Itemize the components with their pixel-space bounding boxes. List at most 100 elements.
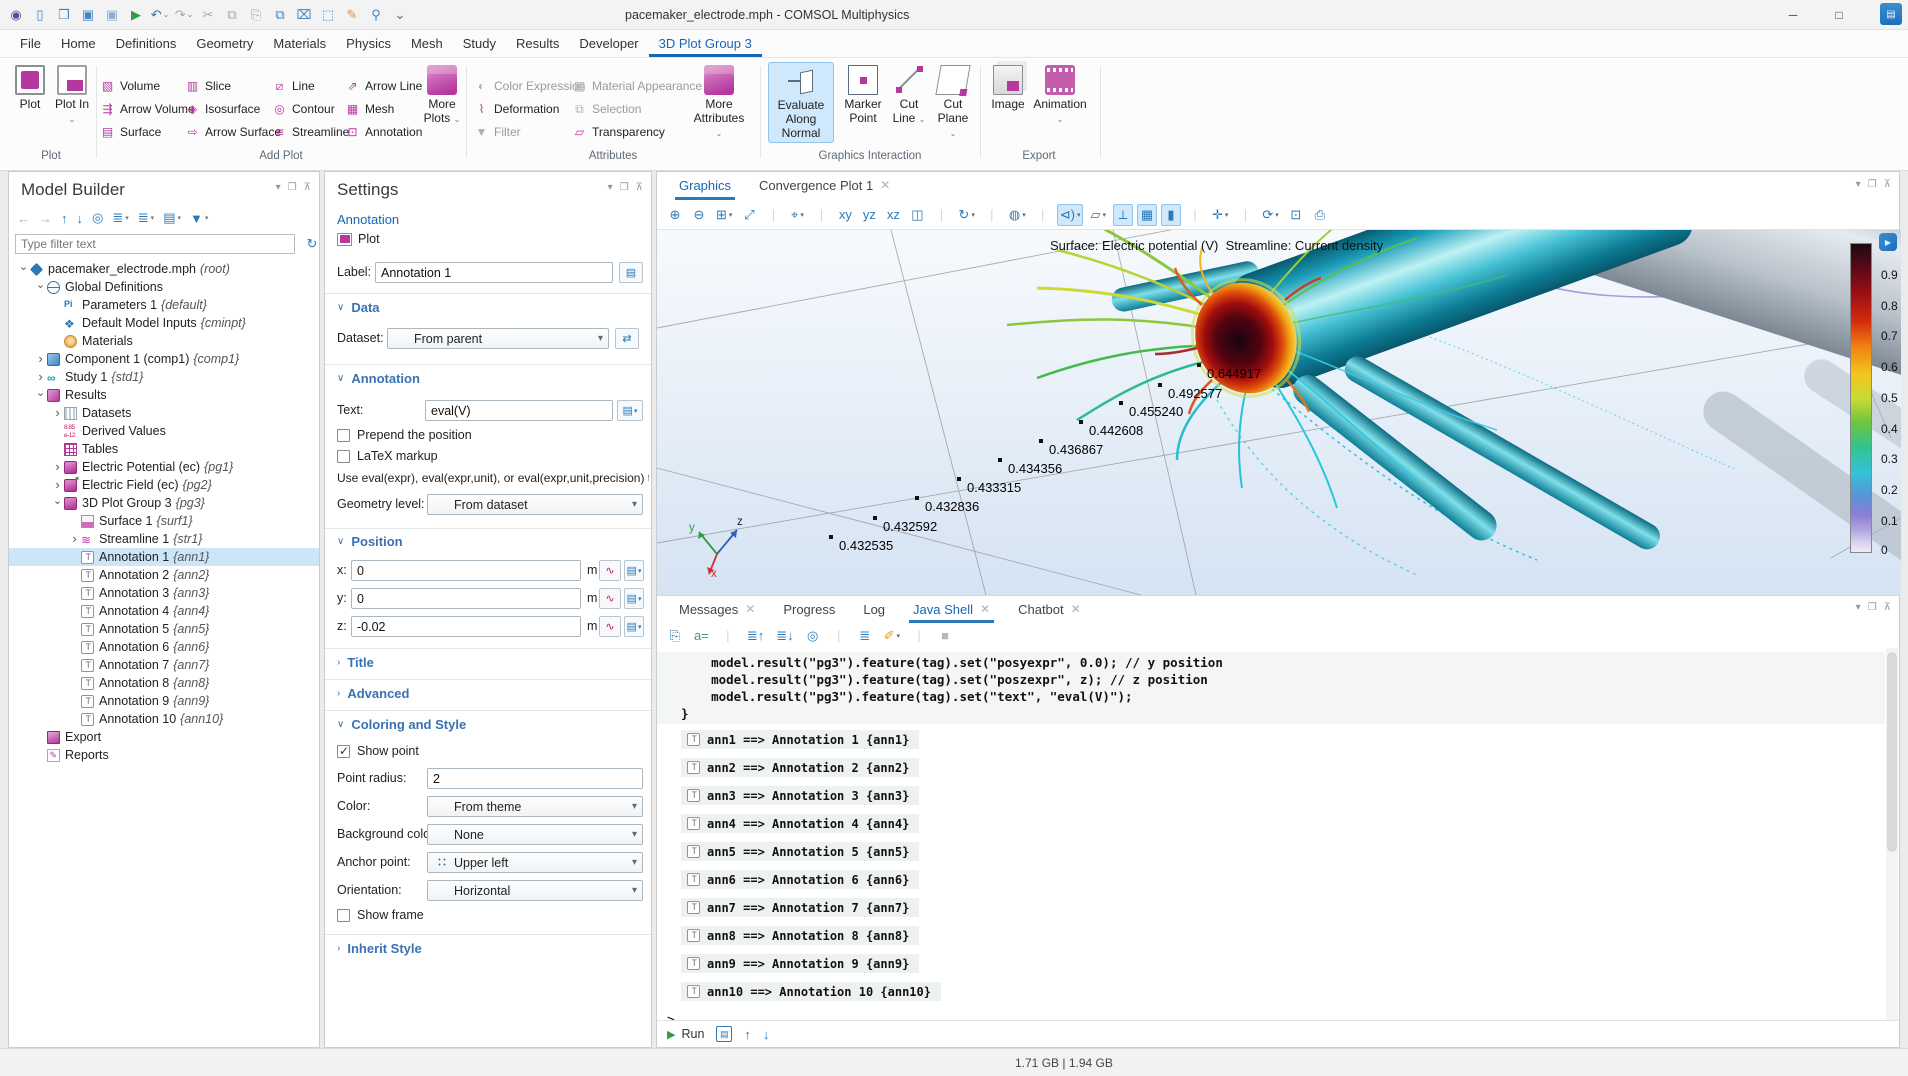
pin-panel-icon[interactable]: ⊼ [1884, 602, 1891, 613]
point-radius-input[interactable] [427, 768, 643, 789]
anchor-point-dropdown[interactable]: Upper left [427, 852, 643, 873]
graphics-toolbar-button[interactable]: |▾ [763, 204, 783, 226]
graphics-toolbar-button[interactable]: |▾ [1033, 204, 1053, 226]
tree-node[interactable]: Annotation 9 {ann9} [9, 692, 319, 710]
tree-node[interactable]: Annotation 4 {ann4} [9, 602, 319, 620]
model-builder-toolbar-button[interactable]: ▼▾ [190, 211, 208, 226]
show-point-checkbox[interactable]: Show point [337, 744, 419, 758]
graphics-toolbar-button[interactable]: |▾ [1235, 204, 1255, 226]
prepend-position-checkbox[interactable]: Prepend the position [337, 428, 472, 442]
image-button[interactable]: Image [988, 62, 1028, 114]
ribbon-tab[interactable]: Definitions [106, 30, 187, 57]
x-plot-parameter-button[interactable]: ∿ [599, 560, 621, 581]
console-toolbar-button[interactable]: ≣↑▾ [744, 625, 767, 647]
tree-node[interactable]: Electric Field (ec) {pg2} [9, 476, 319, 494]
expression-menu-button[interactable]: ▤▾ [617, 400, 643, 421]
expand-arrow-icon[interactable] [51, 404, 64, 423]
tree-node[interactable]: Annotation 6 {ann6} [9, 638, 319, 656]
expand-arrow-icon[interactable] [34, 278, 47, 296]
transparency-button[interactable]: ▱Transparency [572, 122, 665, 142]
tree-filter-input[interactable] [15, 234, 295, 254]
qat-icon[interactable]: ▣⌄ [78, 3, 98, 27]
expand-arrow-icon[interactable] [17, 260, 30, 278]
tree-node[interactable]: 3D Plot Group 3 {pg3} [9, 494, 319, 512]
graphics-toolbar-button[interactable]: xz▾ [883, 204, 903, 226]
panel-menu-icon[interactable]: ▾ [1856, 602, 1861, 613]
tree-node[interactable]: Global Definitions [9, 278, 319, 296]
tree-node[interactable]: pacemaker_electrode.mph (root) [9, 260, 319, 278]
tree-node[interactable]: Reports [9, 746, 319, 764]
console-toolbar-button[interactable]: ⎘▾ [665, 625, 685, 647]
mesh-button[interactable]: ▦Mesh [345, 99, 394, 119]
java-shell-output[interactable]: model.result("pg3").feature(tag).set("po… [657, 648, 1885, 1020]
graphics-toolbar-button[interactable]: |▾ [982, 204, 1002, 226]
shell-prompt[interactable]: > [657, 1013, 1885, 1020]
color-dropdown[interactable]: From theme [427, 796, 643, 817]
dataset-dropdown[interactable]: From parent [387, 328, 609, 349]
y-input[interactable] [351, 588, 581, 609]
qat-icon[interactable]: ▶⌄ [126, 3, 146, 27]
label-input[interactable] [375, 262, 613, 283]
qat-icon[interactable]: ⬚⌄ [318, 3, 338, 27]
console-tab[interactable]: Chatbot✕ [1004, 596, 1095, 623]
z-input[interactable] [351, 616, 581, 637]
graphics-toolbar-button[interactable]: ⟳▾ [1259, 204, 1281, 226]
show-frame-checkbox[interactable]: Show frame [337, 908, 424, 922]
open-script-icon[interactable]: ▤ [716, 1026, 732, 1042]
tree-node[interactable]: Electric Potential (ec) {pg1} [9, 458, 319, 476]
more-attributes-button[interactable]: More Attributes ⌄ [688, 62, 750, 141]
panel-menu-icon[interactable]: ▾ [276, 182, 281, 193]
close-tab-icon[interactable]: ✕ [1071, 602, 1081, 616]
graphics-toolbar-button[interactable]: ⟂▾ [1113, 204, 1133, 226]
graphics-toolbar-button[interactable]: ▱▾ [1087, 204, 1109, 226]
graphics-toolbar-button[interactable]: ⊞▾ [713, 204, 735, 226]
latex-markup-checkbox[interactable]: LaTeX markup [337, 449, 438, 463]
graphics-toolbar-button[interactable]: |▾ [931, 204, 951, 226]
surface-button[interactable]: ▤Surface [100, 122, 161, 142]
tree-node[interactable]: Annotation 7 {ann7} [9, 656, 319, 674]
data-section-header[interactable]: ∨Data [337, 300, 380, 315]
isosurface-button[interactable]: ◈Isosurface [185, 99, 260, 119]
arrow-surface-button[interactable]: ⇨Arrow Surface [185, 122, 281, 142]
model-builder-toolbar-button[interactable]: →▾ [39, 211, 52, 226]
tree-node[interactable]: Materials [9, 332, 319, 350]
model-builder-toolbar-button[interactable]: ↑▾ [61, 211, 68, 226]
material-appearance-button[interactable]: ▦Material Appearance [572, 76, 702, 96]
expand-arrow-icon[interactable] [34, 386, 47, 404]
dataset-actions-button[interactable]: ⇄ [615, 328, 639, 349]
ribbon-tab[interactable]: Materials [263, 30, 336, 57]
graphics-toolbar-button[interactable]: ↻▾ [955, 204, 977, 226]
qat-icon[interactable]: ↷⌄ [174, 3, 194, 27]
tree-node[interactable]: Derived Values [9, 422, 319, 440]
arrow-volume-button[interactable]: ⇶Arrow Volume [100, 99, 195, 119]
expand-arrow-icon[interactable] [68, 530, 81, 549]
pin-panel-icon[interactable]: ⊼ [1884, 179, 1891, 190]
ribbon-tab[interactable]: Developer [569, 30, 648, 57]
marker-point-button[interactable]: Marker Point [840, 62, 886, 128]
qat-icon[interactable]: ✎⌄ [342, 3, 362, 27]
more-plots-button[interactable]: More Plots ⌄ [420, 62, 464, 128]
volume-button[interactable]: ▧Volume [100, 76, 160, 96]
float-panel-icon[interactable]: ❐ [288, 182, 297, 193]
graphics-toolbar-button[interactable]: ⤢▾ [739, 204, 759, 226]
qat-icon[interactable]: ⎘⌄ [246, 3, 266, 27]
streamline-button[interactable]: ≋Streamline [272, 122, 349, 142]
ribbon-tab[interactable]: Home [51, 30, 106, 57]
graphics-toolbar-button[interactable]: ⊡▾ [1286, 204, 1306, 226]
tree-node[interactable]: Surface 1 {surf1} [9, 512, 319, 530]
close-tab-icon[interactable]: ✕ [745, 602, 755, 616]
graphics-toolbar-button[interactable]: ✛▾ [1209, 204, 1231, 226]
tree-node[interactable]: Results [9, 386, 319, 404]
x-input[interactable] [351, 560, 581, 581]
console-toolbar-button[interactable]: ✐▾ [881, 625, 903, 647]
window-control-button[interactable]: ─ [1770, 0, 1816, 30]
annotation-text-input[interactable] [425, 400, 613, 421]
ribbon-tab[interactable]: File [10, 30, 51, 57]
expand-arrow-icon[interactable] [34, 368, 47, 387]
settings-plot-button[interactable]: Plot [337, 232, 380, 246]
selection-button[interactable]: ⧉Selection [572, 99, 641, 119]
qat-icon[interactable]: ↶⌄ [150, 3, 170, 27]
ribbon-tab[interactable]: Study [453, 30, 506, 57]
annotation-section-header[interactable]: ∨Annotation [337, 371, 420, 386]
title-section-header[interactable]: ›Title [337, 655, 374, 670]
